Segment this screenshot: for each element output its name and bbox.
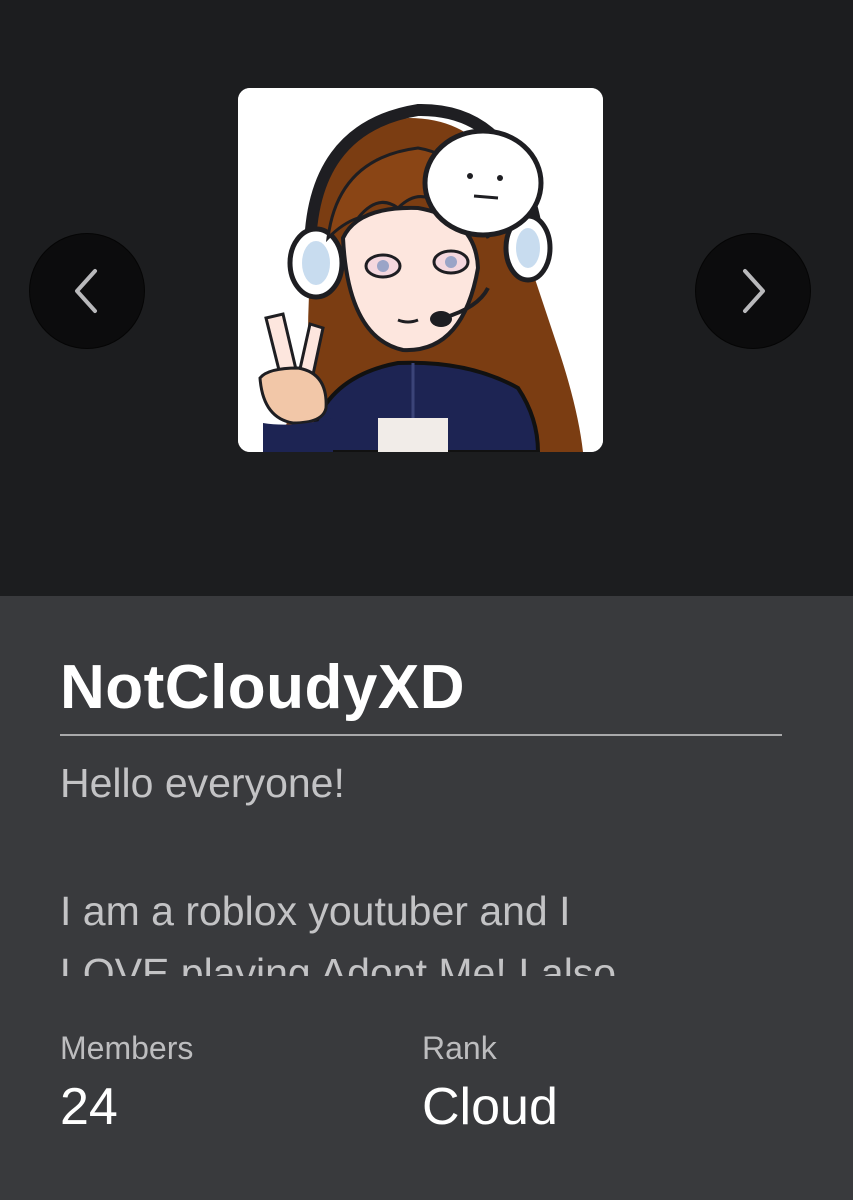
members-label: Members — [60, 1030, 194, 1066]
next-emblem-button[interactable] — [696, 234, 810, 348]
rank-label: Rank — [422, 1030, 497, 1066]
description-line: I am a roblox youtuber and I — [60, 888, 571, 934]
group-info-panel: NotCloudyXD Hello everyone! I am a roblo… — [0, 596, 853, 1200]
description-line: Hello everyone! — [60, 760, 345, 806]
group-description[interactable]: Hello everyone! I am a roblox youtuber a… — [60, 752, 800, 976]
description-paragraph-gap — [60, 814, 800, 880]
divider — [60, 734, 782, 736]
group-emblem-image — [238, 88, 603, 452]
group-emblem-carousel — [0, 0, 853, 596]
chevron-left-icon — [75, 269, 97, 313]
rank-value: Cloud — [422, 1078, 558, 1136]
members-count: 24 — [60, 1078, 118, 1136]
description-line: LOVE playing Adopt Me! I also — [60, 950, 617, 976]
group-name: NotCloudyXD — [60, 653, 466, 722]
previous-emblem-button[interactable] — [30, 234, 144, 348]
avatar-illustration — [238, 88, 603, 452]
chevron-right-icon — [743, 269, 765, 313]
